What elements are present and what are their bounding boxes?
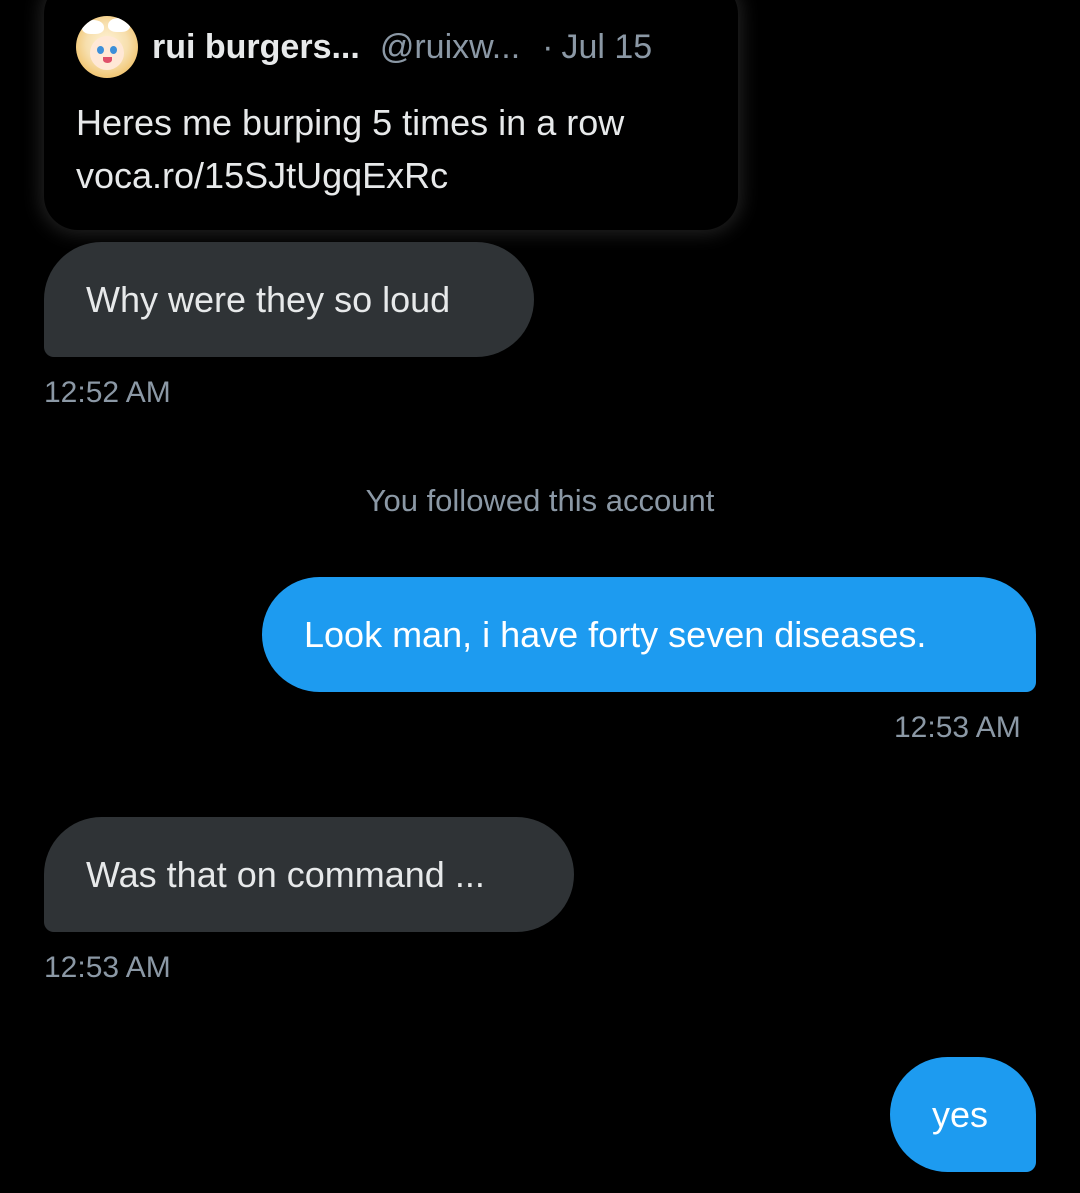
message-text: Look man, i have forty seven diseases.	[304, 613, 927, 655]
tweet-date-separator: ·	[542, 27, 554, 66]
dm-conversation: rui burgers... @ruixw... · Jul 15 Heres …	[0, 0, 1080, 1193]
message-text: yes	[932, 1093, 989, 1135]
message-timestamp: 12:53 AM	[44, 951, 171, 984]
message-timestamp: 12:52 AM	[44, 376, 171, 409]
message-bubble-incoming[interactable]: Was that on command ...	[44, 817, 574, 932]
tweet-header: rui burgers... @ruixw... · Jul 15	[76, 14, 652, 80]
avatar[interactable]	[76, 16, 138, 78]
tweet-author-name[interactable]: rui burgers...	[152, 28, 360, 67]
message-text: Was that on command ...	[86, 853, 485, 895]
tweet-text: Heres me burping 5 times in a row	[76, 102, 625, 143]
message-bubble-outgoing[interactable]: Look man, i have forty seven diseases.	[262, 577, 1036, 692]
system-note-followed: You followed this account	[365, 483, 715, 518]
message-text: Why were they so loud	[86, 278, 451, 320]
message-bubble-outgoing[interactable]: yes	[890, 1057, 1036, 1172]
tweet-body: Heres me burping 5 times in a row voca.r…	[76, 96, 716, 202]
tweet-date: Jul 15	[561, 27, 653, 66]
message-bubble-incoming[interactable]: Why were they so loud	[44, 242, 534, 357]
shared-tweet-card[interactable]: rui burgers... @ruixw... · Jul 15 Heres …	[44, 0, 738, 230]
tweet-link[interactable]: voca.ro/15SJtUgqExRc	[76, 149, 716, 202]
tweet-author-handle[interactable]: @ruixw...	[380, 28, 520, 67]
message-timestamp: 12:53 AM	[894, 711, 1021, 744]
